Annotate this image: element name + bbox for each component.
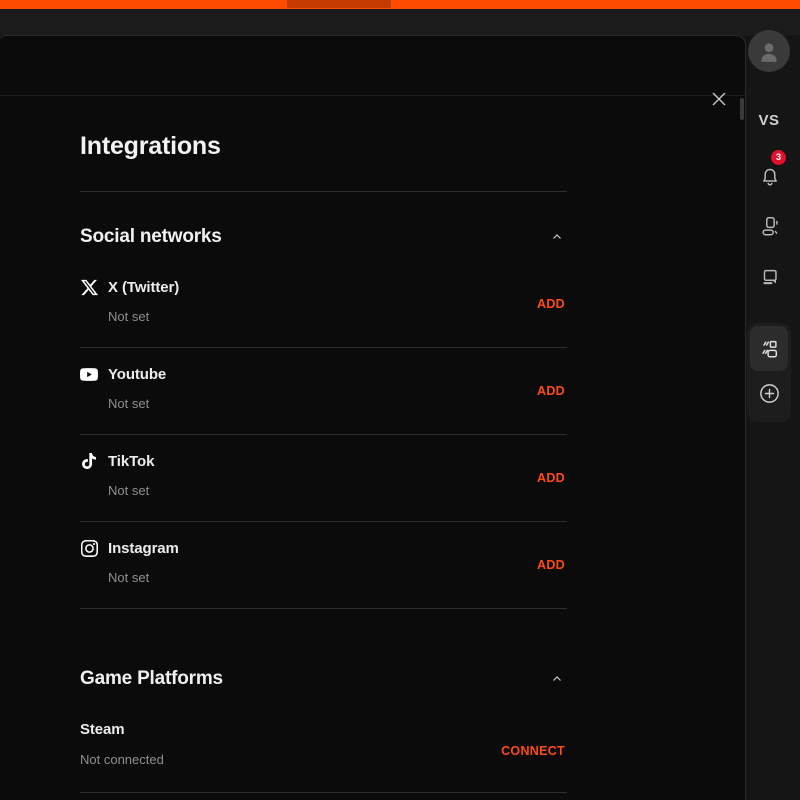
instagram-icon bbox=[80, 539, 98, 557]
section-header-social-networks: Social networks bbox=[80, 223, 567, 251]
integration-name: TikTok bbox=[108, 453, 154, 470]
integration-status: Not connected bbox=[80, 752, 567, 767]
window-header-band bbox=[0, 9, 800, 35]
add-button[interactable]: ADD bbox=[537, 558, 565, 572]
integration-row-x-twitter: X (Twitter) Not set ADD bbox=[80, 261, 567, 348]
chevron-up-icon[interactable] bbox=[547, 669, 567, 689]
modal-header bbox=[0, 36, 745, 96]
divider bbox=[80, 191, 567, 192]
connect-button[interactable]: CONNECT bbox=[501, 744, 565, 758]
user-avatar[interactable] bbox=[748, 30, 790, 72]
section-title: Social networks bbox=[80, 226, 222, 248]
right-sidebar: VS 3 bbox=[745, 9, 800, 800]
chat-icon[interactable] bbox=[756, 264, 784, 292]
integration-row-instagram: Instagram Not set ADD bbox=[80, 522, 567, 609]
integration-row-tiktok: TikTok Not set ADD bbox=[80, 435, 567, 522]
chevron-up-icon[interactable] bbox=[547, 227, 567, 247]
integration-row-steam: Steam Not connected CONNECT bbox=[80, 709, 567, 793]
add-icon[interactable] bbox=[750, 371, 788, 415]
notification-badge: 3 bbox=[771, 150, 786, 165]
team-label: VS bbox=[745, 112, 793, 129]
add-button[interactable]: ADD bbox=[537, 297, 565, 311]
integration-name: X (Twitter) bbox=[108, 279, 179, 296]
topbar-indicator bbox=[287, 0, 391, 8]
x-twitter-icon bbox=[80, 278, 98, 296]
tiktok-icon bbox=[80, 452, 98, 470]
integration-name: Steam bbox=[80, 721, 567, 738]
add-button[interactable]: ADD bbox=[537, 471, 565, 485]
page-title: Integrations bbox=[80, 96, 567, 162]
section-title: Game Platforms bbox=[80, 668, 223, 690]
integrations-modal: Integrations Social networks X (Twitter) bbox=[0, 35, 746, 800]
modal-body: Integrations Social networks X (Twitter) bbox=[0, 96, 745, 793]
integration-status: Not set bbox=[108, 309, 567, 324]
top-accent-bar bbox=[0, 0, 800, 9]
sidebar-dock bbox=[747, 323, 791, 422]
highlights-icon[interactable] bbox=[750, 326, 788, 371]
integration-status: Not set bbox=[108, 570, 567, 585]
integration-name: Instagram bbox=[108, 540, 179, 557]
add-button[interactable]: ADD bbox=[537, 384, 565, 398]
social-networks-list: X (Twitter) Not set ADD Youtube Not set … bbox=[80, 261, 567, 609]
integration-status: Not set bbox=[108, 396, 567, 411]
integration-row-youtube: Youtube Not set ADD bbox=[80, 348, 567, 435]
section-header-game-platforms: Game Platforms bbox=[80, 665, 567, 693]
integration-name: Youtube bbox=[108, 366, 166, 383]
integration-status: Not set bbox=[108, 483, 567, 498]
team-icon[interactable] bbox=[756, 212, 784, 240]
youtube-icon bbox=[80, 365, 98, 383]
bell-icon[interactable] bbox=[756, 163, 784, 191]
